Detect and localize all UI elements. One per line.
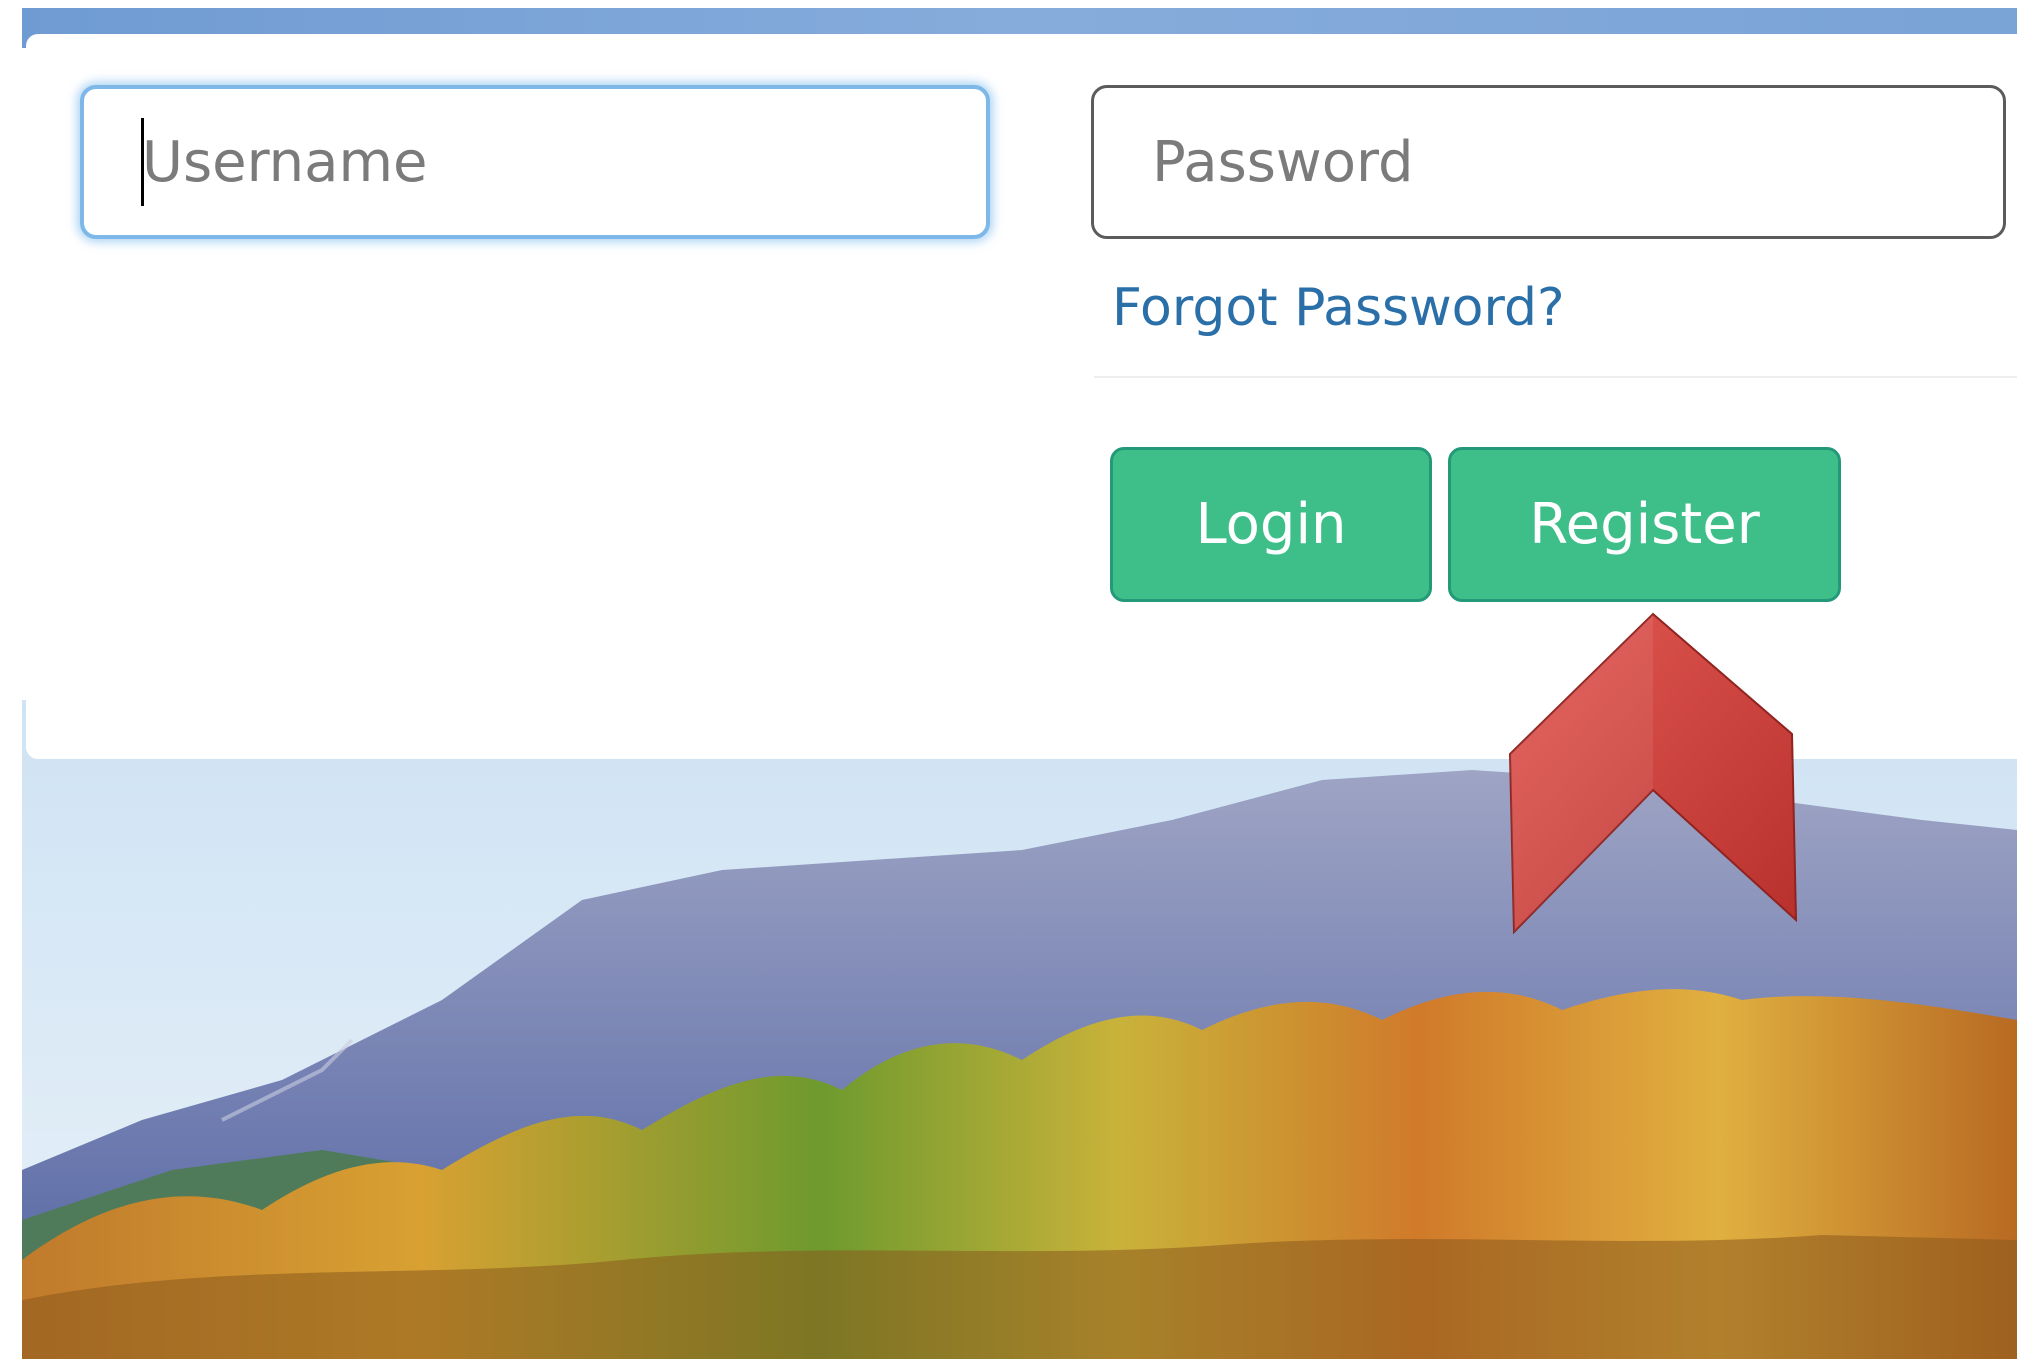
register-button[interactable]: Register [1448,447,1841,602]
text-cursor [141,118,144,206]
login-button[interactable]: Login [1110,447,1432,602]
password-input[interactable] [1091,85,2006,239]
login-screen: Forgot Password? Login Register [0,0,2017,1359]
username-input[interactable] [80,85,990,239]
red-arrow-annotation-icon [1508,612,1798,942]
form-divider [1094,376,2017,378]
forgot-password-link[interactable]: Forgot Password? [1112,278,1565,338]
